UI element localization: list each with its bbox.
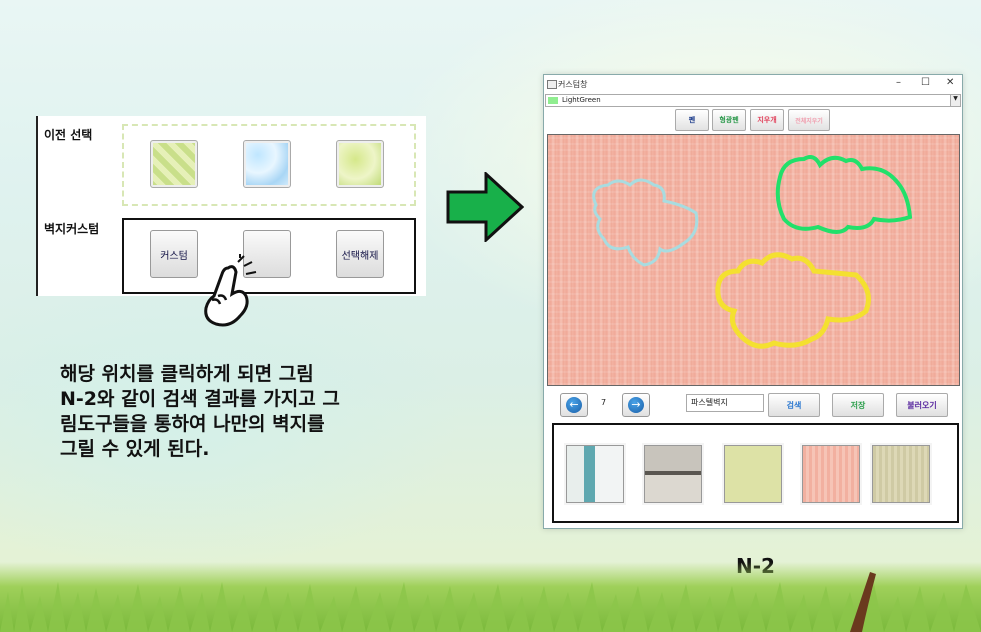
arrow-right-icon [446,172,524,242]
save-button[interactable]: 저장 [832,393,884,417]
grass-decoration [0,572,981,632]
eraser-tool-button[interactable]: 지우개 [750,109,784,131]
color-swatch [548,97,558,104]
app-icon [547,80,557,89]
result-thumb-2[interactable] [644,445,702,503]
result-thumb-1[interactable] [566,445,624,503]
minimize-button[interactable]: – [896,77,901,88]
next-page-button[interactable]: → [622,393,650,417]
prev-selection-label: 이전 선택 [44,128,93,142]
chevron-down-icon[interactable]: ▼ [950,95,960,106]
window-title: 커스텀창 [558,80,588,89]
wallpaper-tile-1[interactable] [150,140,198,188]
page-number: 7 [601,398,607,407]
result-thumb-5[interactable] [872,445,930,503]
result-thumb-4[interactable] [802,445,860,503]
green-cloud-stroke [775,155,913,234]
pen-tool-button[interactable]: 펜 [675,109,709,131]
clear-all-button[interactable]: 전체지우기 [788,109,830,131]
search-input[interactable]: 파스텔벽지 [686,394,764,412]
search-results-strip [552,423,959,523]
light-blue-cloud-stroke [592,178,699,267]
title-bar: 커스텀창 – ☐ ✕ [544,75,962,93]
search-button[interactable]: 검색 [768,393,820,417]
arrow-left-icon: ← [566,397,582,413]
wallpaper-tile-2[interactable] [243,140,291,188]
custom-button[interactable]: 커스텀 [150,230,198,278]
result-thumb-3[interactable] [724,445,782,503]
maximize-button[interactable]: ☐ [921,77,930,88]
deselect-button[interactable]: 선택해제 [336,230,384,278]
custom-window: 커스텀창 – ☐ ✕ LightGreen ▼ 펜 형광펜 지우개 전체지우기 … [543,74,963,529]
wallpaper-tile-3[interactable] [336,140,384,188]
wallpaper-custom-label: 벽지커스텀 [44,222,100,236]
color-combo[interactable]: LightGreen ▼ [545,94,961,107]
description-text: 해당 위치를 클릭하게 되면 그림 N-2와 같이 검색 결과를 가지고 그 림… [60,363,340,460]
highlighter-tool-button[interactable]: 형광펜 [712,109,746,131]
close-button[interactable]: ✕ [946,77,954,88]
prev-selection-box [122,124,416,206]
drawing-canvas[interactable] [547,134,960,386]
yellow-cloud-stroke [715,252,871,349]
load-button[interactable]: 불러오기 [896,393,948,417]
prev-page-button[interactable]: ← [560,393,588,417]
arrow-right-icon: → [628,397,644,413]
color-combo-value: LightGreen [562,96,601,104]
pointing-hand-icon [204,254,257,327]
